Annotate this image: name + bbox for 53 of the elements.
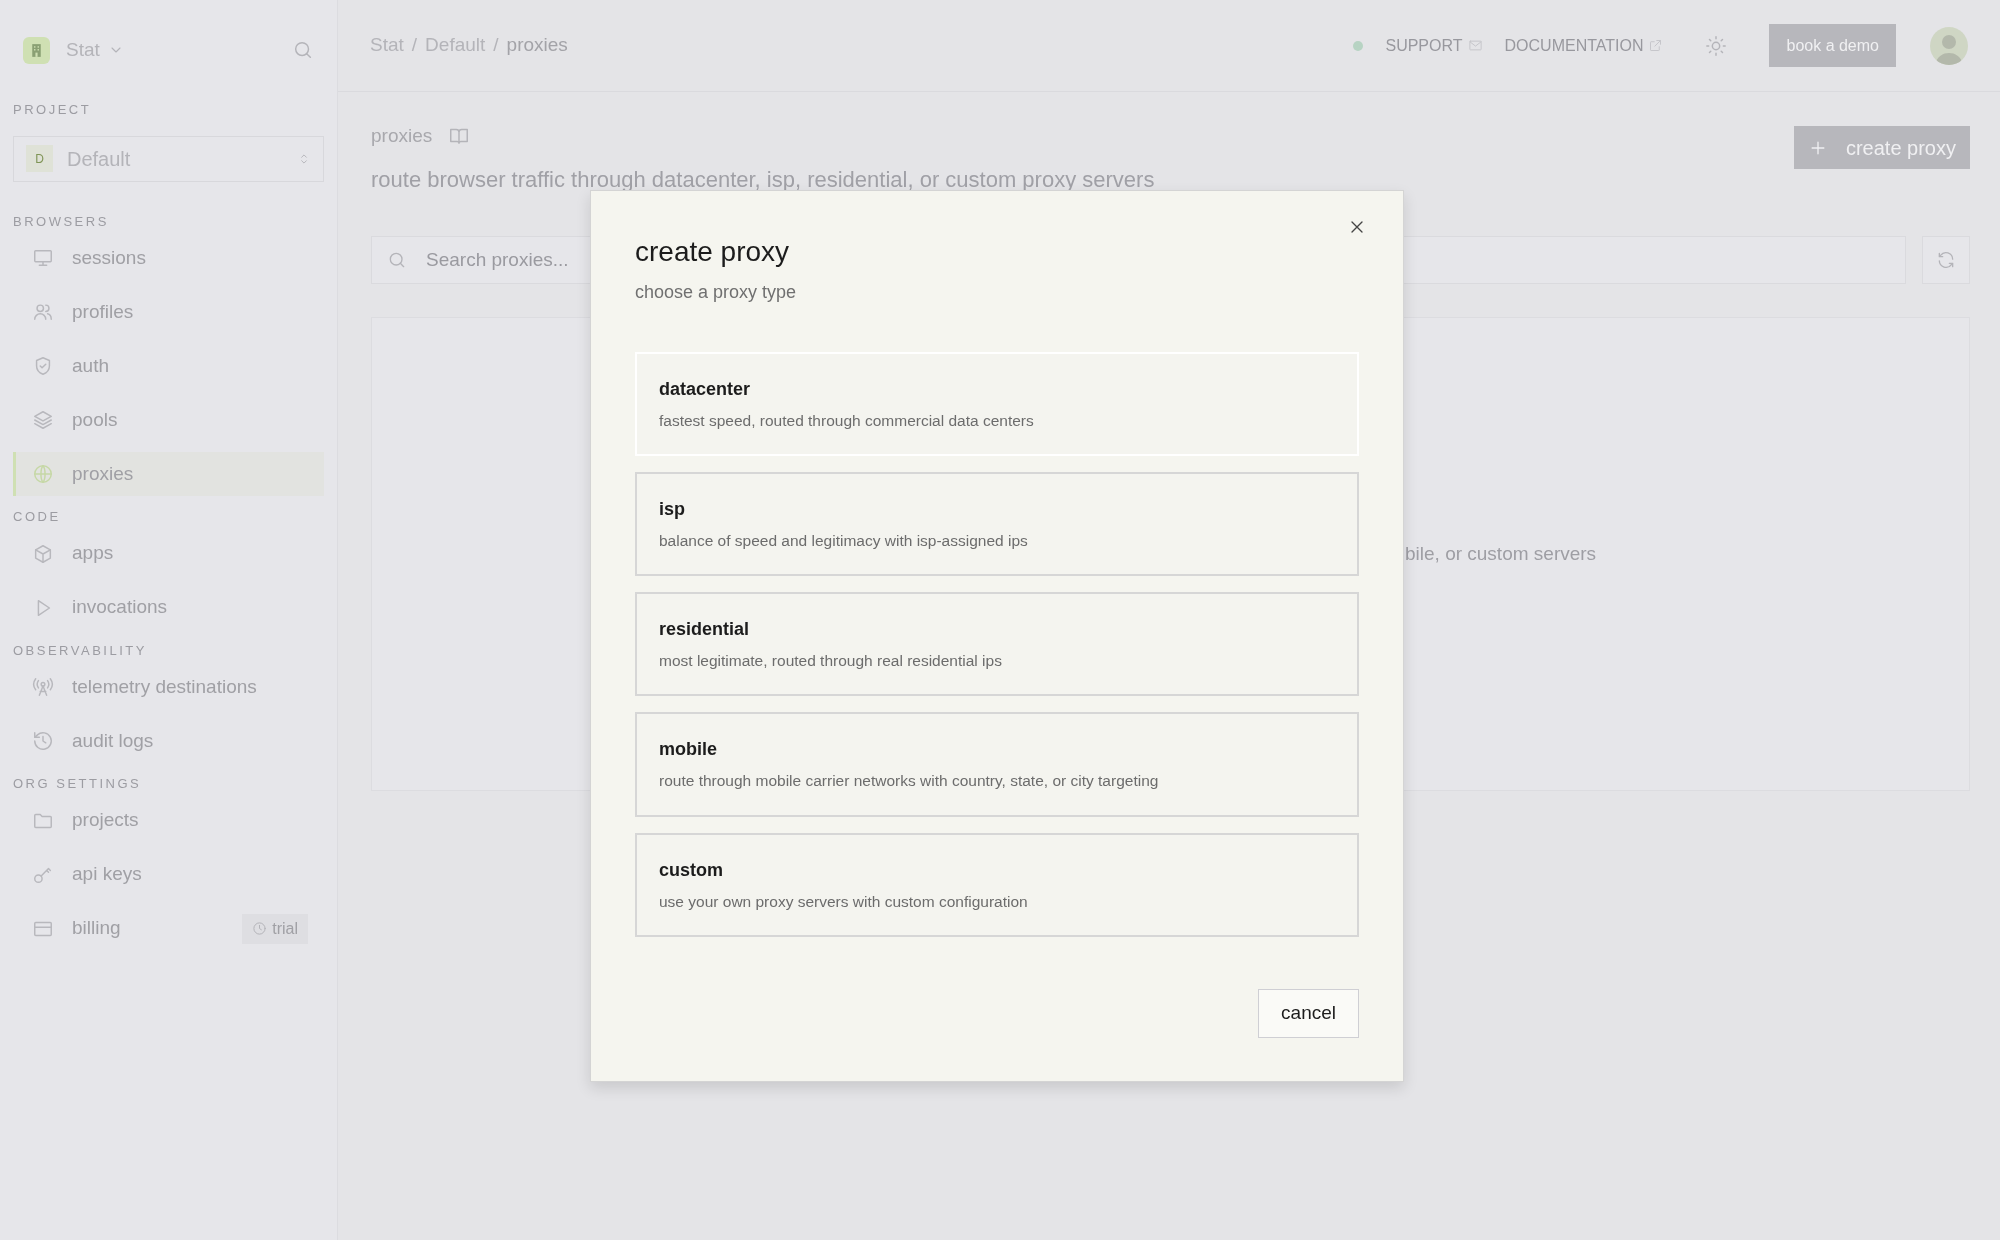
section-label: PROJECT — [13, 101, 93, 119]
proxy-type-option[interactable]: datacenter fastest speed, routed through commercial data centers — [635, 351, 1359, 456]
documentation-link[interactable]: DOCUMENTATION — [1504, 33, 1664, 58]
nav-item[interactable]: billing trial — [13, 906, 324, 951]
cancel-button[interactable]: cancel — [1258, 988, 1359, 1038]
refresh-icon — [1936, 249, 1956, 270]
nav-item[interactable]: telemetry destinations — [13, 665, 324, 709]
cube-icon — [32, 542, 54, 565]
create-proxy-button[interactable]: create proxy — [1793, 126, 1970, 169]
nav-item[interactable]: projects — [13, 798, 324, 843]
nav-item[interactable]: apps — [13, 531, 324, 576]
nav-item[interactable]: invocations — [13, 585, 324, 630]
breadcrumb-separator: / — [411, 33, 418, 58]
layers-icon — [32, 409, 54, 431]
section-label: ORG SETTINGS — [13, 775, 143, 793]
trial-badge: trial — [242, 913, 308, 944]
proxy-type-option[interactable]: mobile route through mobile carrier networks with country, state, or city targeting — [635, 712, 1359, 817]
proxy-type-option[interactable]: isp balance of speed and legitimacy with isp-assigned ips — [635, 471, 1359, 577]
monitor-icon — [32, 247, 54, 269]
avatar[interactable] — [1930, 26, 1968, 65]
dialog-title: create proxy — [635, 235, 791, 269]
breadcrumb-item: proxies — [506, 33, 568, 58]
project-badge: D — [26, 145, 53, 172]
proxy-type-option[interactable]: residential most legitimate, routed through real residential ips — [635, 592, 1359, 697]
globe-icon — [32, 463, 54, 485]
empty-state-text: bile, or custom servers — [1405, 542, 1597, 564]
search-icon[interactable] — [292, 39, 314, 61]
nav-item[interactable]: profiles — [13, 290, 324, 334]
users-icon — [32, 301, 54, 323]
refresh-button[interactable] — [1922, 235, 1970, 284]
history-icon — [32, 730, 54, 752]
status-dot — [1353, 40, 1364, 51]
demo-button[interactable]: book a demo — [1769, 24, 1896, 67]
nav-item[interactable]: audit logs — [13, 719, 324, 763]
nav-item[interactable]: proxies — [13, 452, 324, 496]
page-title: proxies — [371, 124, 433, 148]
proxy-type-option[interactable]: custom use your own proxy servers with custom configuration — [635, 832, 1359, 937]
section-label: BROWSERS — [13, 212, 110, 231]
nav-item[interactable]: sessions — [13, 236, 324, 280]
support-link[interactable]: SUPPORT — [1385, 33, 1483, 58]
page-subtitle: route browser traffic through datacenter, isp, residential, or custom proxy servers — [371, 165, 1155, 194]
breadcrumb-separator: / — [493, 33, 499, 58]
section-label: OBSERVABILITY — [13, 641, 148, 660]
antenna-icon — [32, 676, 54, 698]
sun-icon[interactable] — [1705, 34, 1728, 57]
external-link-icon — [1648, 38, 1664, 53]
nav-item[interactable]: api keys — [13, 852, 324, 897]
mail-icon — [1467, 38, 1483, 53]
dialog-subtitle: choose a proxy type — [635, 280, 798, 304]
section-label: CODE — [13, 508, 62, 526]
clock-icon — [252, 921, 268, 936]
nav-item[interactable]: auth — [13, 344, 324, 388]
nav-item[interactable]: pools — [13, 398, 324, 442]
